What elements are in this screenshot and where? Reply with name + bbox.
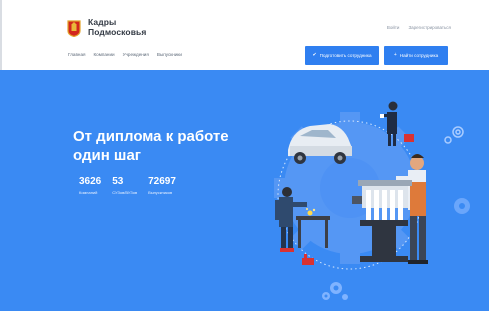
- find-employee-button[interactable]: + Найти сотрудника: [384, 46, 448, 65]
- nav-item-home[interactable]: Главная: [68, 52, 85, 57]
- stat-companies: 3626 Компаний: [79, 176, 101, 195]
- hero-title: От диплома к работе один шаг: [73, 127, 229, 165]
- auth-links: Войти Зарегистрироваться: [387, 25, 451, 30]
- brand-name-line1: Кадры: [88, 17, 117, 27]
- stat-label: Выпускников: [148, 190, 173, 195]
- small-gear-icon: [444, 126, 464, 144]
- brand-name-line2: Подмосковья: [88, 27, 147, 37]
- main-nav: Главная Компании Учреждения Выпускники: [68, 52, 182, 57]
- stat-label: Компаний: [79, 190, 98, 195]
- hero-banner: От диплома к работе один шаг 3626 Компан…: [0, 70, 489, 311]
- hero-title-line2: один шаг: [73, 147, 142, 164]
- hero-illustration: [274, 101, 470, 300]
- login-link[interactable]: Войти: [387, 25, 400, 30]
- bottom-gear-icon: [322, 282, 348, 300]
- nav-item-companies[interactable]: Компании: [93, 52, 114, 57]
- right-gear-icon: [454, 198, 470, 214]
- prepare-employee-label: Подготовить сотрудника: [319, 53, 372, 58]
- hero-title-line1: От диплома к работе: [73, 128, 229, 145]
- stat-value: 3626: [79, 176, 102, 187]
- prepare-employee-button[interactable]: ✔ Подготовить сотрудника: [305, 46, 379, 65]
- check-icon: ✔: [312, 52, 317, 58]
- page-frame: Кадры Подмосковья Войти Зарегистрировать…: [0, 0, 489, 311]
- plus-icon: +: [393, 52, 397, 58]
- brand-name[interactable]: Кадры Подмосковья: [88, 17, 146, 37]
- hero-stats: 3626 Компаний 53 СУЗов/ВУЗов 72697 Выпус…: [79, 176, 187, 195]
- nav-item-graduates[interactable]: Выпускники: [157, 52, 182, 57]
- stat-value: 53: [112, 176, 124, 187]
- stat-label: СУЗов/ВУЗов: [112, 190, 138, 195]
- stat-graduates: 72697 Выпускников: [148, 176, 176, 195]
- register-link[interactable]: Зарегистрироваться: [408, 25, 451, 30]
- stat-institutions: 53 СУЗов/ВУЗов: [112, 176, 137, 195]
- coat-of-arms-logo-icon[interactable]: [67, 20, 81, 37]
- stat-value: 72697: [148, 176, 176, 187]
- find-employee-label: Найти сотрудника: [399, 53, 439, 58]
- nav-item-institutions[interactable]: Учреждения: [123, 52, 149, 57]
